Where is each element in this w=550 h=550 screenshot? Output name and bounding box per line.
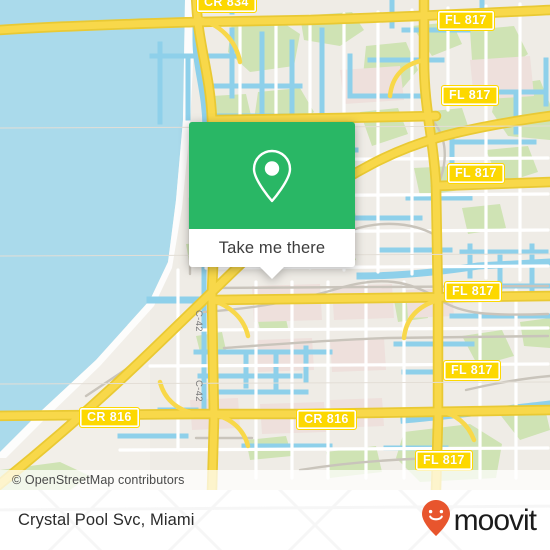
road-shield: FL 817 bbox=[443, 360, 501, 381]
footer-bar: Crystal Pool Svc, Miami moovit bbox=[0, 490, 550, 550]
callout-tail bbox=[260, 267, 284, 279]
map-callout[interactable]: Take me there bbox=[189, 122, 355, 279]
road-shield: CR 816 bbox=[79, 407, 140, 428]
callout-action-bar[interactable]: Take me there bbox=[189, 229, 355, 279]
moovit-wordmark: moovit bbox=[453, 504, 537, 537]
place-title: Crystal Pool Svc, Miami bbox=[18, 510, 195, 529]
road-shield: FL 817 bbox=[444, 281, 502, 302]
road-shield: CR 816 bbox=[296, 409, 357, 430]
attribution-bar: © OpenStreetMap contributors bbox=[0, 470, 550, 490]
moovit-pin-icon bbox=[421, 499, 451, 542]
road-shield: FL 817 bbox=[415, 450, 473, 471]
road-shield: FL 817 bbox=[447, 163, 505, 184]
map-pin-icon bbox=[248, 147, 296, 205]
road-shield: FL 817 bbox=[441, 85, 499, 106]
take-me-there-label: Take me there bbox=[218, 238, 326, 257]
road-shield: CR 834 bbox=[196, 0, 257, 13]
moovit-logo: moovit bbox=[421, 499, 537, 542]
canal-label: C-42 bbox=[193, 310, 204, 332]
osm-attribution-text: © OpenStreetMap contributors bbox=[12, 473, 185, 487]
road-shield: FL 817 bbox=[437, 10, 495, 31]
map-screenshot: CR 834 FL 817 FL 817 FL 817 FL 817 FL 81… bbox=[0, 0, 550, 550]
callout-image-panel bbox=[189, 122, 355, 229]
canal-label: C-42 bbox=[193, 380, 204, 402]
